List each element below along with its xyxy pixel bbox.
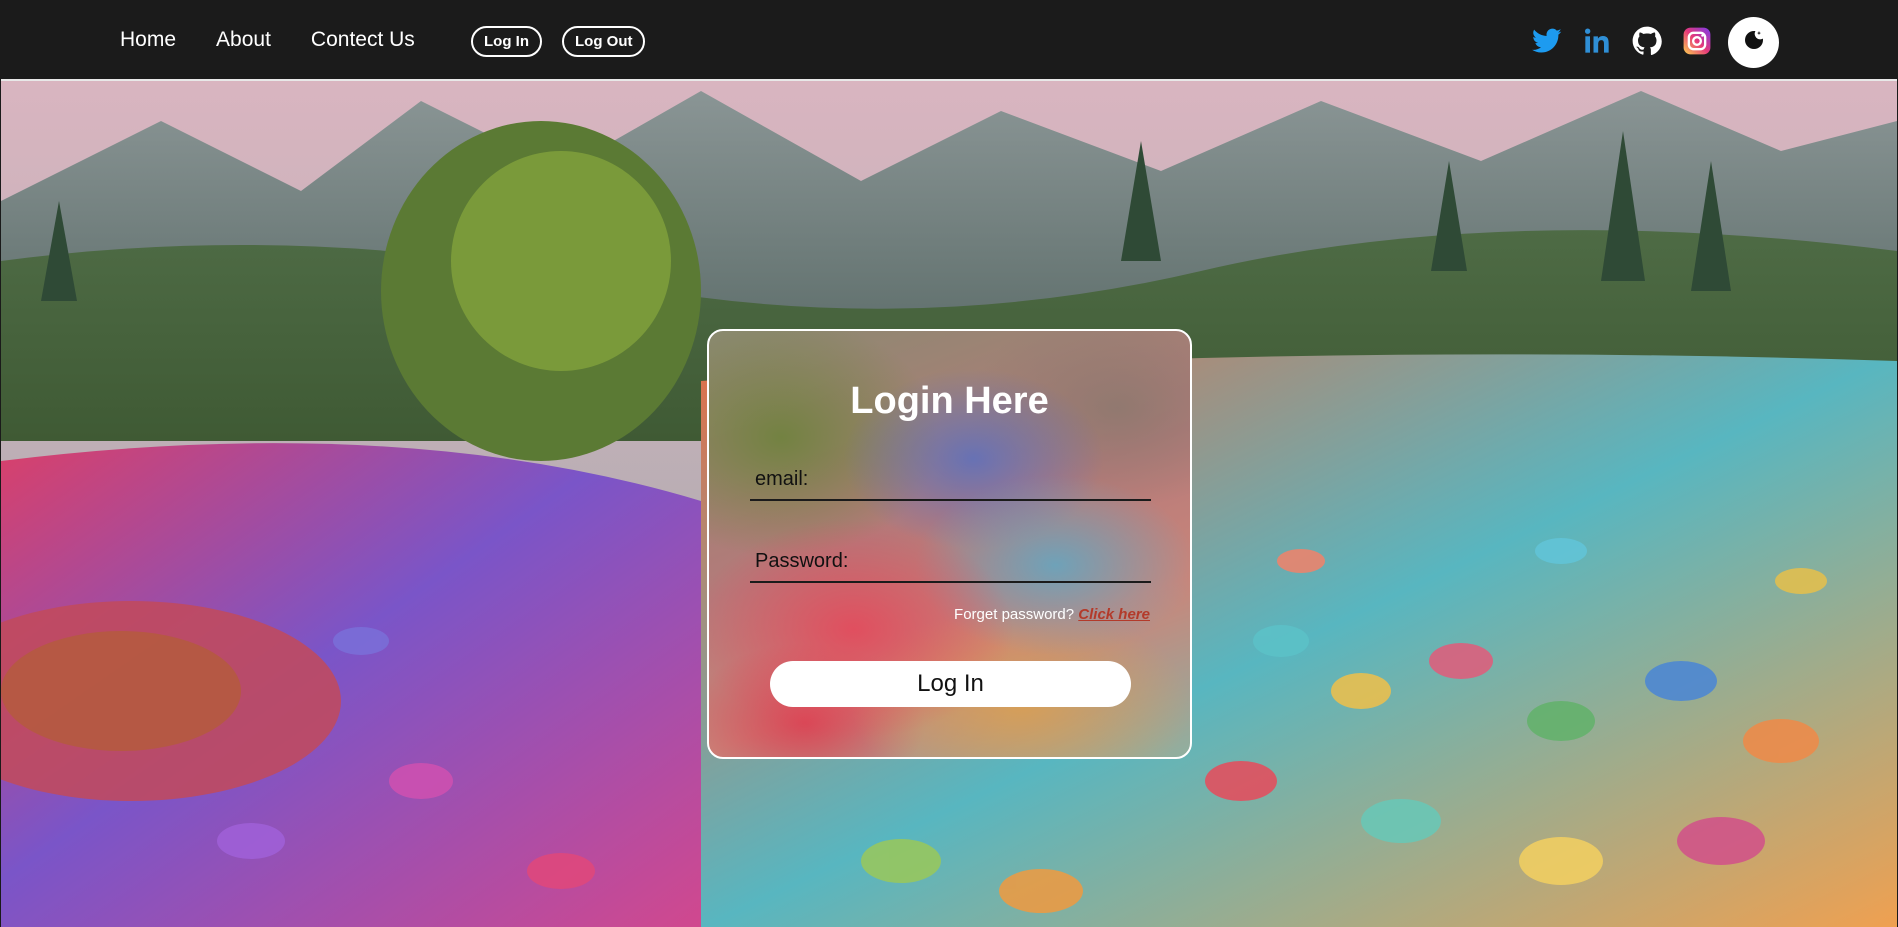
login-title: Login Here (850, 380, 1049, 422)
nav-login-button[interactable]: Log In (471, 26, 542, 57)
password-field[interactable]: Password: (750, 543, 1151, 583)
nav-links: Home About Contect Us (120, 0, 415, 79)
twitter-icon[interactable] (1532, 26, 1562, 56)
social-links (1532, 26, 1712, 56)
forgot-password-link[interactable]: Click here (1078, 606, 1150, 623)
login-card: Login Here email: Password: Forget passw… (707, 329, 1192, 759)
forgot-password-row: Forget password? Click here (954, 606, 1150, 623)
nav-home-link[interactable]: Home (120, 28, 176, 52)
github-icon[interactable] (1632, 26, 1662, 56)
linkedin-icon[interactable] (1582, 26, 1612, 56)
top-navbar: Home About Contect Us Log In Log Out (0, 0, 1898, 79)
email-field[interactable]: email: (750, 461, 1151, 501)
background-landscape-image: Login Here email: Password: Forget passw… (1, 79, 1897, 927)
instagram-icon[interactable] (1682, 26, 1712, 56)
login-submit-button[interactable]: Log In (770, 661, 1131, 707)
forgot-password-text: Forget password? (954, 606, 1075, 623)
email-label: email: (755, 468, 809, 490)
password-label: Password: (755, 550, 849, 572)
nav-about-link[interactable]: About (216, 28, 271, 52)
auth-buttons: Log In Log Out (471, 26, 646, 57)
nav-logout-button[interactable]: Log Out (562, 26, 646, 57)
theme-toggle-button[interactable] (1728, 17, 1779, 68)
moon-icon (1742, 28, 1766, 57)
nav-contact-link[interactable]: Contect Us (311, 28, 415, 52)
